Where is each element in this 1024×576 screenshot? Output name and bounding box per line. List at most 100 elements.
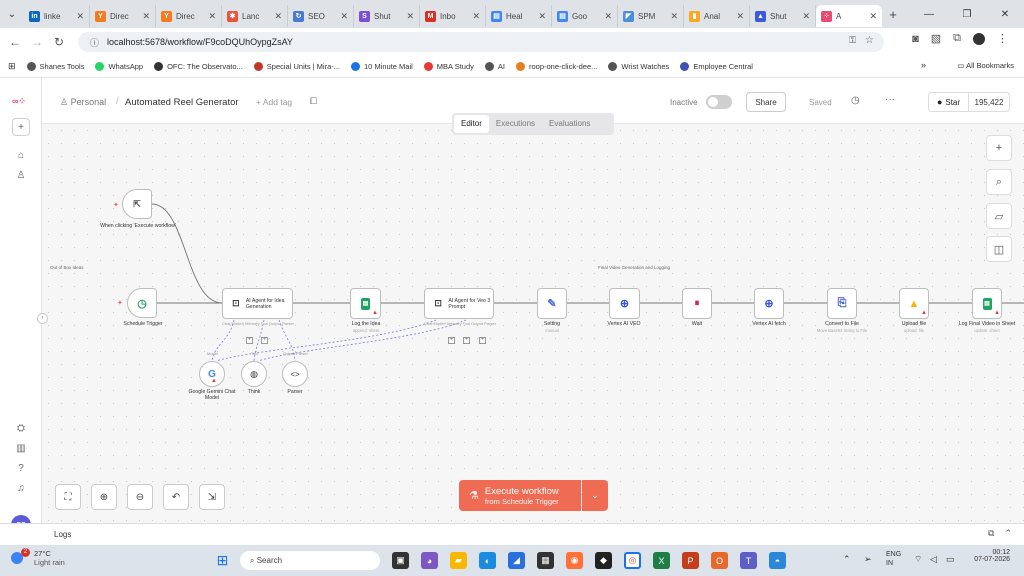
upload-file-label: Upload file xyxy=(901,321,927,327)
vscode-icon[interactable]: ◢ xyxy=(508,552,525,569)
add-parser-button[interactable]: + xyxy=(479,337,486,344)
convert-to-file-node[interactable]: ⎘ xyxy=(827,288,857,319)
wait-node[interactable]: ⏸ xyxy=(682,288,712,319)
robot-icon: ⊡ xyxy=(232,298,240,308)
weather-desc: Light rain xyxy=(34,558,65,567)
task-view-icon[interactable]: ▣ xyxy=(392,552,409,569)
think-icon: ◍ xyxy=(250,368,258,379)
vertex-ai-veo-node[interactable]: ⊕ xyxy=(609,288,640,319)
battery-icon[interactable]: ▭ xyxy=(946,554,955,565)
sticky-note-2-title: Final Video Generation and Logging xyxy=(598,265,670,270)
temperature: 27°C xyxy=(34,549,51,558)
google-sheets-icon: ▤ xyxy=(982,297,992,310)
zoom-in-button[interactable]: ⊕ xyxy=(91,484,117,510)
expand-panel-icon[interactable]: › xyxy=(37,313,48,324)
warning-icon: ▲ xyxy=(372,310,378,316)
wait-label: Wait xyxy=(691,321,703,327)
execute-workflow-button[interactable]: ⚗ Execute workflow from Schedule Trigger xyxy=(459,480,581,511)
logs-panel[interactable]: Logs ⧉ ⌃ xyxy=(0,523,1024,545)
upload-file-sub: upload: file xyxy=(903,328,925,333)
volume-icon[interactable]: ◁ xyxy=(930,554,937,565)
gemini-model-label: Google Gemini Chat Model xyxy=(188,389,236,401)
warning-icon: ▲ xyxy=(994,310,1000,316)
notification-badge: 2 xyxy=(21,548,30,557)
taskbar-search[interactable]: ⌕ Search xyxy=(240,551,380,570)
setting-sub: manual xyxy=(545,328,559,333)
pencil-icon: ✎ xyxy=(547,298,557,310)
logs-controls: ⧉ ⌃ xyxy=(988,528,1012,539)
teams-icon[interactable]: T xyxy=(740,552,757,569)
undo-button[interactable]: ↶ xyxy=(163,484,189,510)
chevron-up-icon[interactable]: ⌃ xyxy=(1004,528,1012,539)
robot-icon: ⊡ xyxy=(434,298,442,308)
store-icon[interactable]: ▦ xyxy=(537,552,554,569)
trigger-bolt-icon: ✦ xyxy=(113,202,119,209)
warning-icon: ▲ xyxy=(211,378,217,384)
zoom-out-button[interactable]: ⊖ xyxy=(127,484,153,510)
clock-icon: ◷ xyxy=(137,297,147,310)
add-tool-button[interactable]: + xyxy=(261,337,268,344)
powerpoint-icon[interactable]: P xyxy=(682,552,699,569)
add-memory-button[interactable]: + xyxy=(246,337,253,344)
search-icon: ⌕ xyxy=(250,555,257,565)
windows-start-icon[interactable]: ⊞ xyxy=(214,552,231,569)
parser-label: Parser xyxy=(287,389,303,395)
file-explorer-icon[interactable]: ▰ xyxy=(450,552,467,569)
schedule-trigger-label: Schedule Trigger xyxy=(123,321,163,327)
setting-node[interactable]: ✎ xyxy=(537,288,567,319)
tray-chevron-icon[interactable]: ⌃ xyxy=(843,554,851,565)
pause-icon: ⏸ xyxy=(694,298,700,309)
execute-dropdown-button[interactable]: ⌄ xyxy=(582,480,608,511)
convert-to-file-sub: Move Base64 String to File xyxy=(816,328,868,333)
firefox-icon[interactable]: ◉ xyxy=(566,552,583,569)
think-tool-label: Think xyxy=(247,389,261,395)
globe-icon: ⊕ xyxy=(619,298,630,310)
log-final-video-sub: update: sheet xyxy=(974,328,1000,333)
manual-trigger-node[interactable]: ⇱ xyxy=(122,189,152,219)
execute-label: Execute workflow xyxy=(484,485,559,497)
schedule-trigger-node[interactable]: ◷ xyxy=(127,288,157,318)
ai-agent-idea-title: AI Agent for Idea Generation xyxy=(245,297,285,310)
office-icon[interactable]: O xyxy=(711,552,728,569)
send-icon[interactable]: ➢ xyxy=(864,554,872,565)
ai-agent-idea-ports: Chat Model* Memory Tool Output Parser xyxy=(222,321,294,326)
vertex-ai-fetch-node[interactable]: ⊕ xyxy=(754,288,784,319)
log-final-video-label: Log Final Video in Sheet xyxy=(958,321,1016,327)
fit-view-button[interactable]: ⛶ xyxy=(55,484,81,510)
pop-out-icon[interactable]: ⧉ xyxy=(988,528,994,539)
flask-icon: ⚗ xyxy=(469,490,479,502)
clock-date: 07-07-2026 xyxy=(974,556,1010,563)
app-icon[interactable]: ◓ xyxy=(769,552,786,569)
windows-taskbar: 2 27°C Light rain ⊞ ⌕ Search ▣ ◕ ▰ ◐ ◢ ▦… xyxy=(0,545,1024,576)
edge-icon[interactable]: ◐ xyxy=(479,552,496,569)
tool-port-label: Tool xyxy=(251,351,259,356)
add-memory-button[interactable]: + xyxy=(448,337,455,344)
excel-icon[interactable]: X xyxy=(653,552,670,569)
copilot-icon[interactable]: ◕ xyxy=(421,552,438,569)
globe-icon: ⊕ xyxy=(764,298,774,310)
ai-agent-veo-title: AI Agent for Veo 3 Prompt xyxy=(448,297,491,310)
vertex-ai-fetch-label: Vertex AI fetch xyxy=(752,321,786,327)
sticky-note-1-title: Out of Box Ideas xyxy=(50,265,84,270)
game-icon[interactable]: ◆ xyxy=(595,552,612,569)
google-sheets-icon: ▤ xyxy=(361,297,370,310)
clock[interactable]: 00:12 07-07-2026 xyxy=(974,549,1010,563)
convert-to-file-label: Convert to File xyxy=(825,321,859,327)
execute-sub-label: from Schedule Trigger xyxy=(484,496,559,506)
region-code: IN xyxy=(886,560,893,567)
language-indicator[interactable]: ENG IN xyxy=(886,550,901,568)
weather-widget[interactable]: 2 27°C Light rain xyxy=(10,548,65,567)
vertex-ai-veo-label: Vertex AI VEO xyxy=(607,321,641,327)
ai-agent-idea-node[interactable]: ⊡ AI Agent for Idea Generation xyxy=(222,288,293,319)
wifi-icon[interactable]: ⌔ xyxy=(914,554,922,565)
connection-manual-agent1 xyxy=(151,203,223,304)
tidy-up-button[interactable]: ⇲ xyxy=(199,484,225,510)
chrome-icon[interactable]: ◎ xyxy=(624,552,641,569)
ai-agent-veo-node[interactable]: ⊡ AI Agent for Veo 3 Prompt xyxy=(424,288,494,319)
parser-node[interactable]: <> xyxy=(282,361,308,387)
think-tool-node[interactable]: ◍ xyxy=(241,361,267,387)
trigger-bolt-icon: ✦ xyxy=(117,300,123,307)
add-tool-button[interactable]: + xyxy=(463,337,470,344)
warning-icon: ▲ xyxy=(921,310,927,316)
file-convert-icon: ⎘ xyxy=(837,297,847,309)
